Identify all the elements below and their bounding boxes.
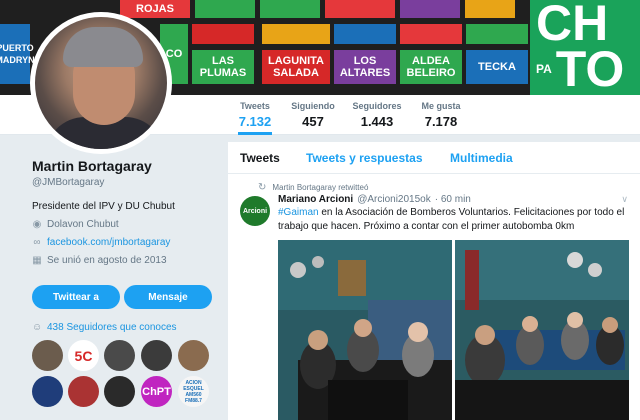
retweet-indicator-text[interactable]: Martin Bortagaray retwitteó bbox=[272, 183, 368, 192]
follower-avatar[interactable] bbox=[104, 340, 135, 371]
follower-avatar[interactable] bbox=[178, 340, 209, 371]
stat-value: 1.443 bbox=[360, 114, 394, 129]
banner-slogan-big: TO bbox=[555, 41, 625, 95]
tweet-photo-image bbox=[278, 240, 452, 420]
banner-slogan-line-1: CH bbox=[536, 0, 609, 51]
followers-you-know-text[interactable]: 438 Seguidores que conoces bbox=[47, 322, 177, 333]
banner-tile bbox=[400, 0, 460, 18]
stat-label: Siguiendo bbox=[291, 101, 335, 111]
profile-website[interactable]: ∞ facebook.com/jmbortagaray bbox=[32, 237, 222, 248]
tweet-body: en la Asociación de Bomberos Voluntarios… bbox=[278, 207, 625, 232]
follower-avatar[interactable]: ChPT bbox=[141, 376, 172, 407]
follower-avatar-label: ChPT bbox=[142, 385, 171, 398]
profile-bio: Presidente del IPV y DU Chubut bbox=[32, 201, 175, 212]
stat-following[interactable]: Siguiendo 457 bbox=[290, 101, 336, 129]
follower-avatar-label: 5C bbox=[74, 347, 93, 364]
profile-avatar[interactable] bbox=[30, 12, 172, 154]
profile-handle[interactable]: @JMBortagaray bbox=[32, 177, 222, 188]
tweet-photo[interactable] bbox=[455, 240, 629, 420]
banner-tile bbox=[465, 0, 515, 18]
profile-website-text[interactable]: facebook.com/jmbortagaray bbox=[47, 237, 170, 248]
follower-avatar[interactable]: ACION ESQUEL AM560 FM88.7 bbox=[178, 376, 209, 407]
tab-media[interactable]: Multimedia bbox=[450, 151, 513, 165]
banner-slogan: CH PA TO bbox=[530, 0, 640, 95]
banner-tile: LAGUNITA SALADA bbox=[262, 50, 330, 84]
timeline: Tweets Tweets y respuestas Multimedia ↻ … bbox=[228, 142, 640, 420]
follower-avatar[interactable] bbox=[32, 376, 63, 407]
stat-value: 7.178 bbox=[424, 114, 458, 129]
chevron-down-icon[interactable]: ∨ bbox=[621, 194, 628, 205]
profile-joined-text: Se unió en agosto de 2013 bbox=[47, 255, 167, 266]
message-button[interactable]: Mensaje bbox=[124, 285, 212, 309]
banner-tile: ALDEA BELEIRO bbox=[400, 50, 462, 84]
tweet-text: #Gaiman en la Asociación de Bomberos Vol… bbox=[278, 206, 633, 234]
banner-tile: TECKA bbox=[466, 50, 528, 84]
banner-tile: PUERTO MADRYN bbox=[0, 24, 35, 84]
tab-tweets[interactable]: Tweets bbox=[240, 151, 280, 165]
tweet-author-avatar[interactable]: Arcioni bbox=[240, 196, 270, 226]
banner-tile bbox=[334, 24, 396, 44]
stat-label: Me gusta bbox=[421, 101, 461, 111]
retweet-icon: ↻ bbox=[258, 182, 267, 193]
profile-card: Martin Bortagaray @JMBortagaray Presiden… bbox=[32, 158, 222, 266]
banner-tile bbox=[195, 0, 255, 18]
location-pin-icon: ◉ bbox=[32, 218, 42, 230]
tweet-author-name[interactable]: Mariano Arcioni bbox=[278, 194, 353, 205]
follower-avatar[interactable] bbox=[32, 340, 63, 371]
tweet-time[interactable]: · 60 min bbox=[435, 194, 471, 205]
user-icon: ☺ bbox=[32, 321, 43, 333]
banner-tile bbox=[466, 24, 528, 44]
follower-avatar[interactable]: 5C bbox=[68, 340, 99, 371]
banner-tile: LOS ALTARES bbox=[334, 50, 396, 84]
stat-likes[interactable]: Me gusta 7.178 bbox=[420, 101, 462, 129]
follower-avatar[interactable] bbox=[141, 340, 172, 371]
banner-tile: LAS PLUMAS bbox=[192, 50, 254, 84]
banner-slogan-small: PA bbox=[536, 62, 552, 76]
stat-tweets[interactable]: Tweets 7.132 bbox=[238, 101, 272, 135]
timeline-tabs: Tweets Tweets y respuestas Multimedia bbox=[228, 142, 640, 174]
stat-value: 7.132 bbox=[238, 114, 272, 129]
profile-location: ◉ Dolavon Chubut bbox=[32, 219, 222, 230]
tweet-author-handle[interactable]: @Arcioni2015ok bbox=[357, 194, 431, 205]
tab-tweets-replies[interactable]: Tweets y respuestas bbox=[306, 151, 423, 165]
banner-slogan-line-2: PA TO bbox=[536, 41, 640, 95]
follower-avatar[interactable] bbox=[104, 376, 135, 407]
profile-name[interactable]: Martin Bortagaray bbox=[32, 158, 222, 174]
tweet-author-avatar-label: Arcioni bbox=[242, 207, 268, 215]
stat-label: Tweets bbox=[240, 101, 270, 111]
stat-label: Seguidores bbox=[352, 101, 402, 111]
link-icon: ∞ bbox=[33, 236, 41, 248]
banner-tile: ROJAS bbox=[120, 0, 190, 18]
banner-tile bbox=[260, 0, 320, 18]
stat-followers[interactable]: Seguidores 1.443 bbox=[352, 101, 402, 129]
banner-tile bbox=[262, 24, 330, 44]
tweet-header: Mariano Arcioni @Arcioni2015ok · 60 min bbox=[278, 194, 471, 205]
profile-joined: ▦ Se unió en agosto de 2013 bbox=[32, 255, 222, 266]
stat-value: 457 bbox=[302, 114, 324, 129]
follower-avatar-label: ACION ESQUEL AM560 FM88.7 bbox=[183, 379, 204, 404]
banner-tile bbox=[325, 0, 395, 18]
tweet-photo-image bbox=[455, 240, 629, 420]
profile-location-text: Dolavon Chubut bbox=[47, 219, 119, 230]
tweet-hashtag[interactable]: #Gaiman bbox=[278, 207, 319, 218]
banner-tile bbox=[192, 24, 254, 44]
retweet-indicator: ↻ Martin Bortagaray retwitteó bbox=[258, 182, 368, 193]
banner-tile bbox=[400, 24, 462, 44]
tweet-to-button[interactable]: Twittear a bbox=[32, 285, 120, 309]
calendar-icon: ▦ bbox=[32, 254, 42, 266]
followers-you-know[interactable]: ☺ 438 Seguidores que conoces bbox=[32, 322, 177, 333]
follower-avatar[interactable] bbox=[68, 376, 99, 407]
tweet-photo[interactable] bbox=[278, 240, 452, 420]
avatar-hair bbox=[63, 27, 143, 67]
